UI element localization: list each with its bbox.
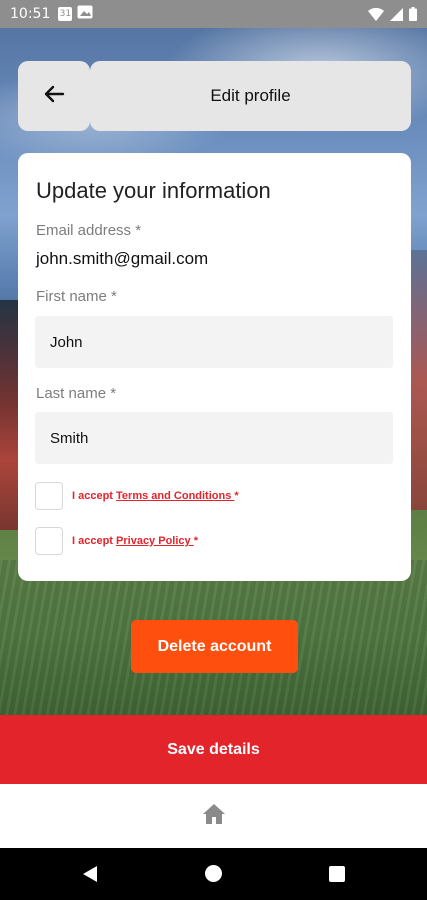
wifi-icon <box>368 7 384 21</box>
system-nav-bar <box>0 848 427 900</box>
terms-row: I accept Terms and Conditions * <box>35 482 239 510</box>
privacy-required-mark: * <box>193 535 198 547</box>
email-label: Email address * <box>36 222 142 239</box>
battery-icon <box>409 7 417 21</box>
status-time: 10:51 <box>10 6 51 22</box>
nav-back-icon[interactable] <box>82 865 98 887</box>
arrow-left-icon <box>43 85 65 107</box>
app-screen: 10:51 31 Edit profile Update your inform… <box>0 0 427 900</box>
privacy-row: I accept Privacy Policy * <box>35 527 198 555</box>
first-name-label: First name * <box>36 288 117 305</box>
nav-home-icon[interactable] <box>205 865 222 882</box>
privacy-link[interactable]: Privacy Policy <box>116 535 194 547</box>
bottom-tab-bar <box>0 784 427 848</box>
last-name-label: Last name * <box>36 385 117 402</box>
nav-recents-icon[interactable] <box>329 866 345 882</box>
page-title-bar: Edit profile <box>90 61 411 131</box>
status-bar: 10:51 31 <box>0 0 427 28</box>
last-name-input[interactable] <box>35 412 393 464</box>
home-icon[interactable] <box>202 803 226 829</box>
save-details-button[interactable]: Save details <box>0 715 427 784</box>
form-heading: Update your information <box>36 178 271 203</box>
image-icon <box>77 5 93 23</box>
terms-text: I accept Terms and Conditions * <box>72 490 239 502</box>
signal-icon <box>390 7 403 21</box>
profile-form-card: Update your information Email address * … <box>18 153 411 581</box>
privacy-checkbox[interactable] <box>35 527 63 555</box>
back-button[interactable] <box>18 61 90 131</box>
terms-required-mark: * <box>234 490 239 502</box>
terms-checkbox[interactable] <box>35 482 63 510</box>
terms-link[interactable]: Terms and Conditions <box>116 490 234 502</box>
page-title: Edit profile <box>210 86 291 105</box>
privacy-prefix: I accept <box>72 535 117 547</box>
terms-prefix: I accept <box>72 490 117 502</box>
delete-account-button[interactable]: Delete account <box>131 620 298 673</box>
calendar-icon: 31 <box>58 7 73 21</box>
first-name-input[interactable] <box>35 316 393 368</box>
privacy-text: I accept Privacy Policy * <box>72 535 198 547</box>
email-value: john.smith@gmail.com <box>36 249 209 268</box>
